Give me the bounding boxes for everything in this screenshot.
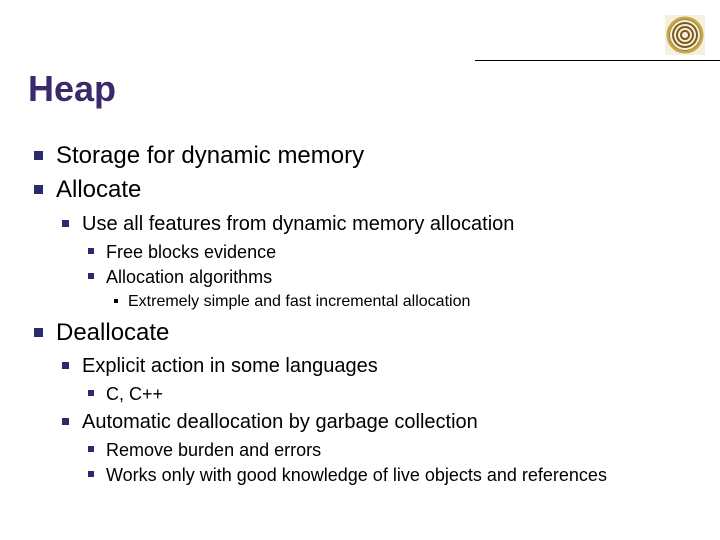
bullet-l2: Explicit action in some languages C, C++	[56, 353, 700, 406]
bullet-l4: Extremely simple and fast incremental al…	[106, 291, 700, 313]
bullet-l3: Works only with good knowledge of live o…	[82, 463, 700, 487]
bullet-l3: Free blocks evidence	[82, 240, 700, 264]
bullet-l1: Storage for dynamic memory	[30, 140, 700, 172]
slide-title: Heap	[28, 68, 116, 110]
bullet-l3: Remove burden and errors	[82, 438, 700, 462]
bullet-text: Automatic deallocation by garbage collec…	[82, 411, 478, 433]
bullet-text: Deallocate	[56, 319, 169, 346]
bullet-l2: Use all features from dynamic memory all…	[56, 211, 700, 313]
bullet-l3: Allocation algorithms Extremely simple a…	[82, 265, 700, 313]
bullet-text: Explicit action in some languages	[82, 355, 378, 377]
slide-body: Storage for dynamic memory Allocate Use …	[30, 140, 700, 489]
bullet-l1: Allocate Use all features from dynamic m…	[30, 174, 700, 313]
bullet-text: Allocation algorithms	[106, 267, 272, 287]
bullet-l1: Deallocate Explicit action in some langu…	[30, 317, 700, 487]
horizontal-rule	[475, 60, 720, 61]
bullet-l3: C, C++	[82, 382, 700, 406]
spiral-shell-icon	[665, 15, 705, 55]
bullet-text: Use all features from dynamic memory all…	[82, 213, 514, 235]
slide: Heap Storage for dynamic memory Allocate…	[0, 0, 720, 540]
bullet-text: Allocate	[56, 176, 141, 203]
bullet-l2: Automatic deallocation by garbage collec…	[56, 409, 700, 488]
